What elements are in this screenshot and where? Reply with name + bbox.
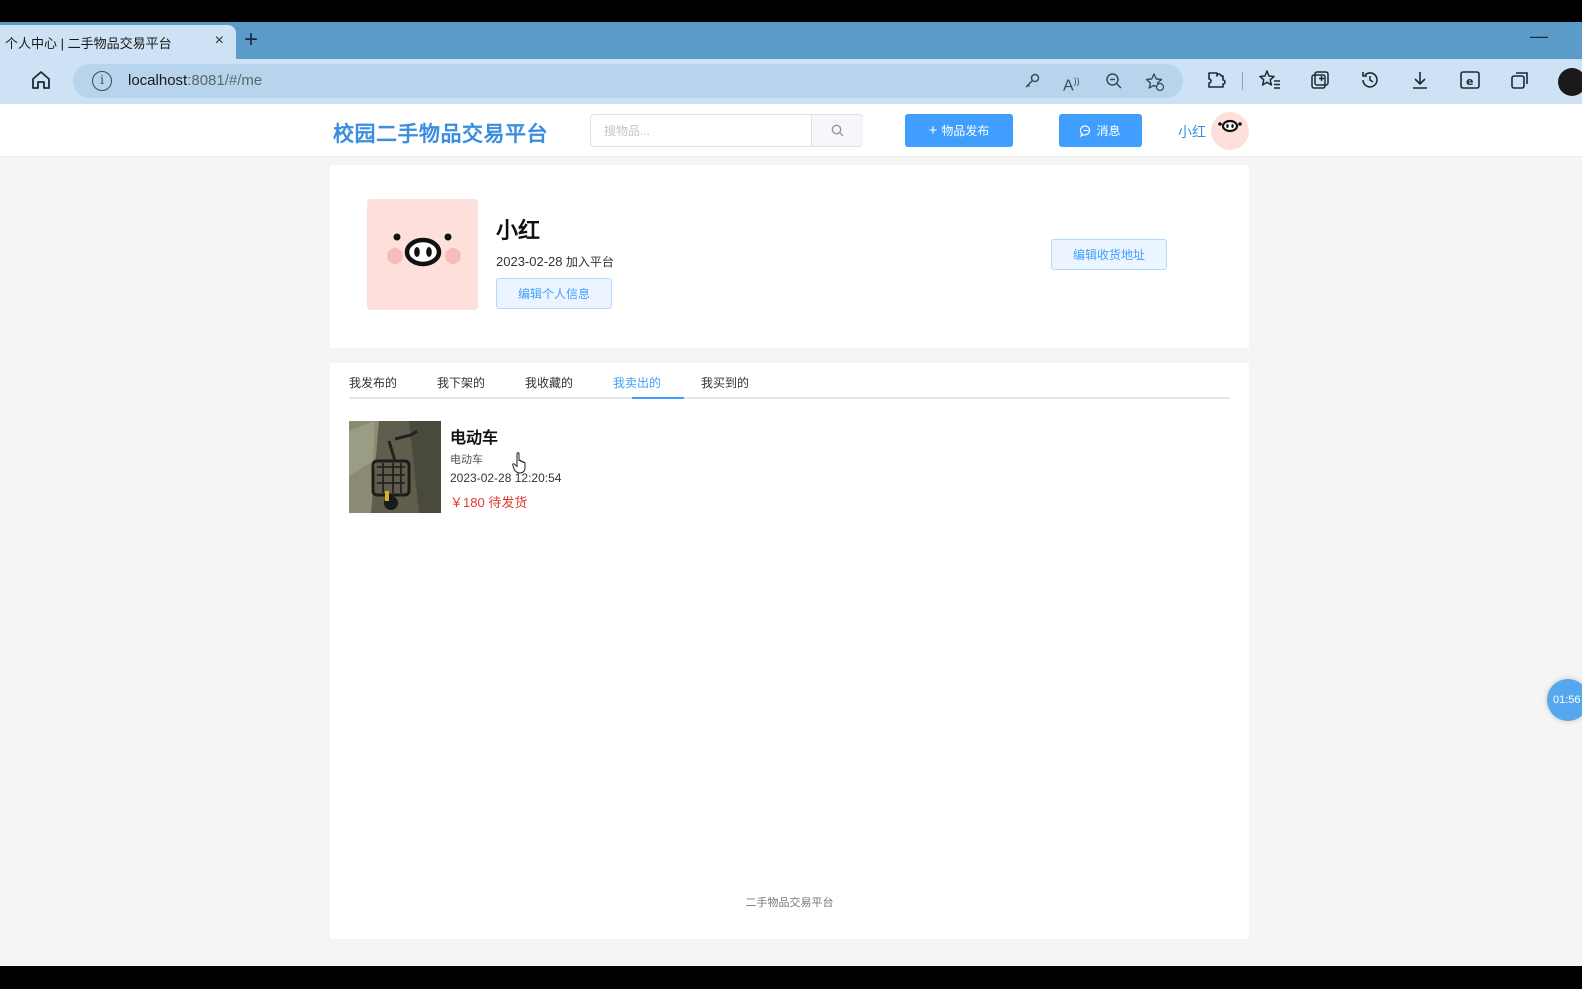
edit-address-button[interactable]: 编辑收货地址 — [1051, 239, 1167, 270]
scooter-photo — [349, 421, 441, 513]
extensions-icon[interactable] — [1205, 69, 1227, 91]
add-favorite-icon[interactable] — [1145, 72, 1165, 92]
active-tab-indicator — [632, 397, 684, 399]
hand-cursor-icon — [512, 452, 526, 474]
address-bar[interactable]: i localhost:8081/#/me A)) — [73, 64, 1183, 98]
recording-timer[interactable]: 01:56 — [1547, 679, 1582, 721]
profile-join-date: 2023-02-28 加入平台 — [496, 254, 614, 269]
edit-profile-button[interactable]: 编辑个人信息 — [496, 278, 612, 309]
item-time: 2023-02-28 12:20:54 — [450, 471, 562, 485]
publish-item-label: 物品发布 — [941, 124, 990, 138]
header-nickname[interactable]: 小红 — [1178, 122, 1206, 142]
pig-avatar-icon — [387, 233, 461, 267]
chat-icon — [1080, 124, 1091, 137]
home-icon[interactable] — [30, 69, 52, 91]
publish-item-button[interactable]: + 物品发布 — [905, 114, 1013, 147]
item-price-status: ￥180 待发货 — [450, 492, 527, 511]
key-icon[interactable] — [1023, 72, 1041, 90]
site-info-icon[interactable]: i — [92, 71, 112, 91]
profile-tabs: 我发布的 我下架的 我收藏的 我卖出的 我买到的 — [349, 363, 1230, 399]
zoom-out-icon[interactable] — [1105, 72, 1123, 90]
search-button[interactable] — [811, 115, 863, 146]
pig-avatar-icon — [1218, 119, 1242, 133]
tab-bought[interactable]: 我买到的 — [701, 374, 749, 391]
minimize-icon[interactable]: — — [1530, 26, 1548, 47]
messages-button[interactable]: 消息 — [1059, 114, 1142, 147]
search-icon — [831, 124, 844, 137]
browser-tab[interactable]: 个人中心 | 二手物品交易平台 × — [0, 25, 236, 59]
item-status: 待发货 — [488, 495, 528, 510]
close-tab-icon[interactable]: × — [215, 32, 224, 50]
search-box — [590, 114, 863, 147]
browser-profile-avatar[interactable] — [1558, 68, 1582, 96]
profile-name: 小红 — [496, 218, 541, 243]
page-footer: 二手物品交易平台 — [745, 897, 834, 909]
item-title[interactable]: 电动车 — [450, 424, 498, 448]
tab-sold[interactable]: 我卖出的 — [613, 374, 661, 391]
workspaces-icon[interactable] — [1509, 69, 1531, 91]
item-price: ￥180 — [450, 495, 485, 510]
favorites-icon[interactable] — [1259, 69, 1281, 91]
tab-published[interactable]: 我发布的 — [349, 374, 397, 391]
downloads-icon[interactable] — [1409, 69, 1431, 91]
messages-label: 消息 — [1096, 124, 1121, 138]
ie-mode-icon[interactable]: e — [1459, 69, 1481, 91]
web-page: 校园二手物品交易平台 + 物品发布 消息 小红 — [0, 104, 1582, 966]
plus-icon: + — [928, 121, 938, 139]
new-tab-icon[interactable]: + — [244, 26, 258, 54]
item-thumbnail[interactable] — [349, 421, 441, 513]
svg-text:e: e — [1466, 75, 1473, 88]
url-text: localhost:8081/#/me — [128, 72, 263, 89]
profile-card: 小红 2023-02-28 加入平台 编辑个人信息 编辑收货地址 — [330, 165, 1249, 348]
browser-toolbar: i localhost:8081/#/me A)) e — [0, 59, 1582, 104]
history-icon[interactable] — [1359, 69, 1381, 91]
read-aloud-icon[interactable]: A)) — [1063, 72, 1080, 95]
tab-favorites[interactable]: 我收藏的 — [525, 374, 573, 391]
browser-window: 个人中心 | 二手物品交易平台 × + — i localhost:8081/#… — [0, 22, 1582, 966]
site-header: 校园二手物品交易平台 + 物品发布 消息 小红 — [0, 104, 1582, 157]
browser-tab-title: 个人中心 | 二手物品交易平台 — [5, 35, 172, 51]
avatar[interactable] — [1211, 112, 1249, 150]
browser-tab-bar: 个人中心 | 二手物品交易平台 × + — — [0, 22, 1582, 59]
collections-icon[interactable] — [1309, 69, 1331, 91]
list-item[interactable]: 电动车 电动车 2023-02-28 12:20:54 ￥180 待发货 — [349, 421, 849, 513]
search-input[interactable] — [591, 115, 811, 146]
orders-card: 我发布的 我下架的 我收藏的 我卖出的 我买到的 电动车 电动车 2023-02… — [330, 363, 1249, 939]
profile-avatar — [367, 199, 478, 310]
item-description: 电动车 — [450, 454, 483, 466]
tab-delisted[interactable]: 我下架的 — [437, 374, 485, 391]
toolbar-separator — [1242, 72, 1243, 90]
site-logo[interactable]: 校园二手物品交易平台 — [333, 118, 548, 148]
